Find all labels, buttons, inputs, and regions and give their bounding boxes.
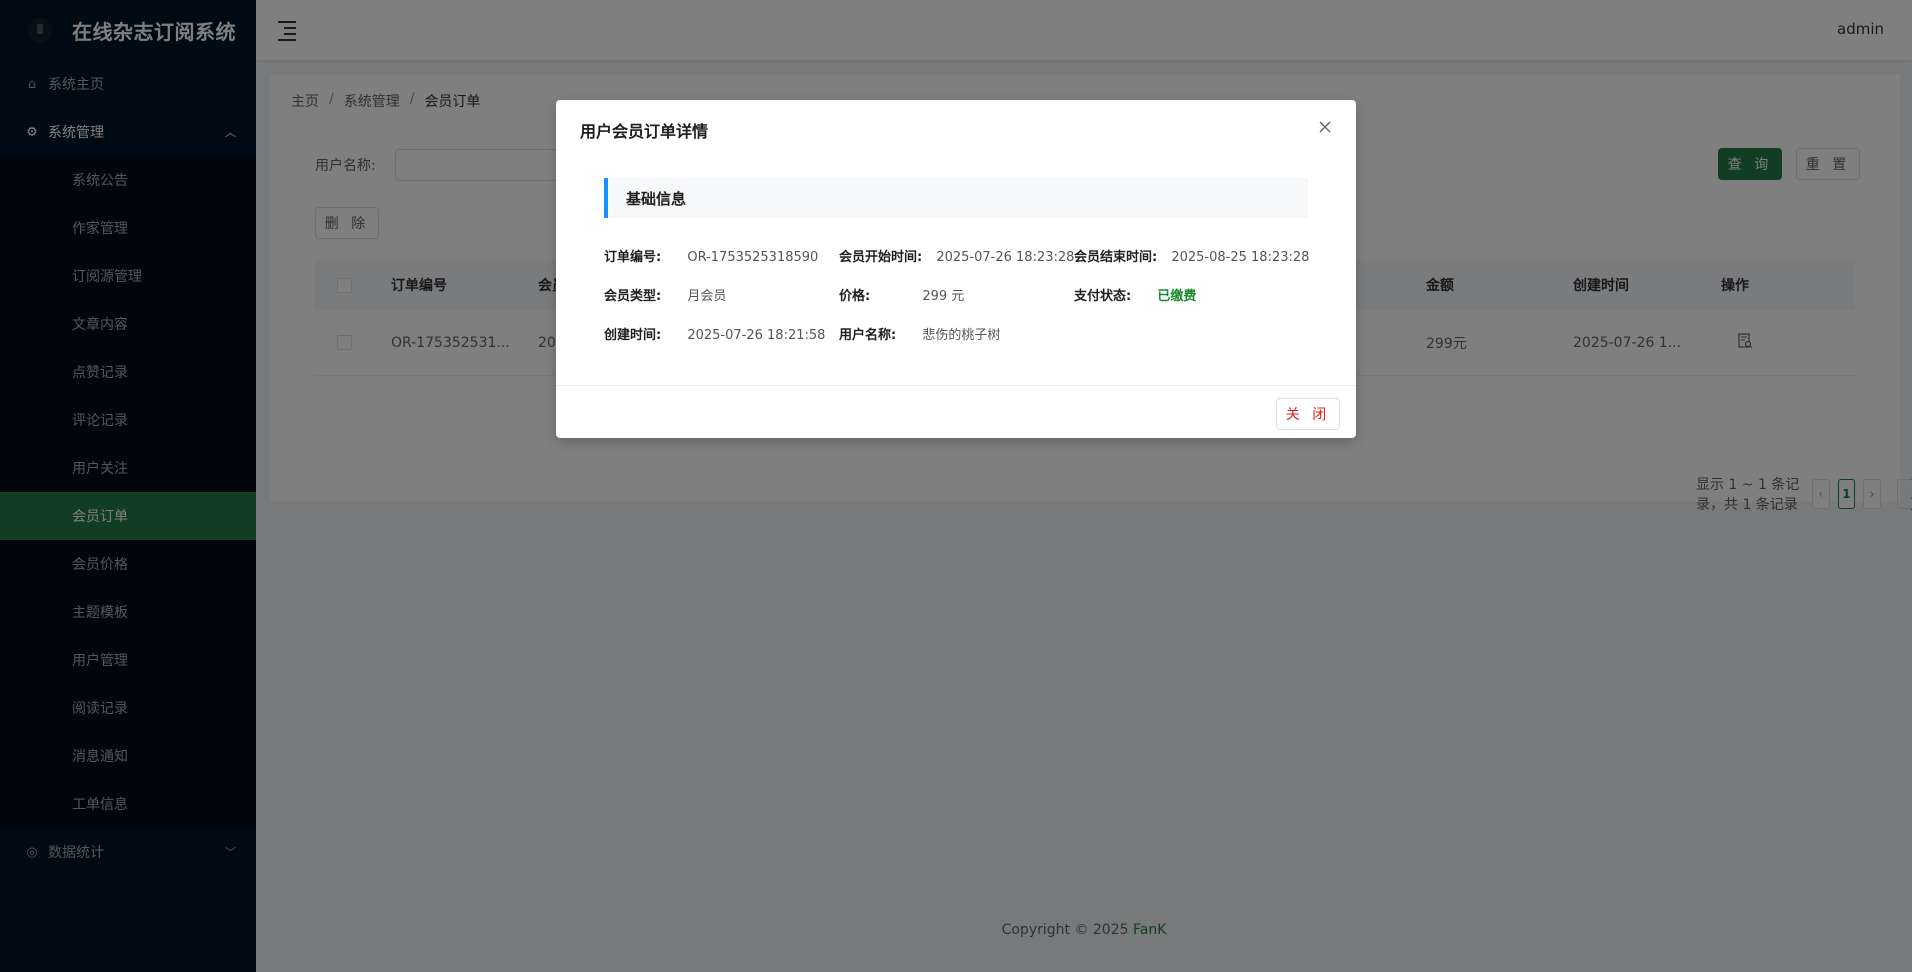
field-price: 价格: 299 元 (839, 289, 965, 304)
status-badge: 已缴费 (1157, 289, 1197, 304)
field-start-time: 会员开始时间: 2025-07-26 18:23:28 (839, 250, 1075, 265)
modal-close-button[interactable]: 关 闭 (1276, 398, 1340, 430)
field-member-type: 会员类型: 月会员 (604, 289, 727, 304)
field-end-time: 会员结束时间: 2025-08-25 18:23:28 (1074, 250, 1310, 265)
modal-title: 用户会员订单详情 (580, 122, 709, 141)
field-username: 用户名称: 悲伤的桃子树 (839, 328, 1001, 343)
field-created: 创建时间: 2025-07-26 18:21:58 (604, 328, 826, 343)
section-basic-info: 基础信息 (604, 178, 1308, 218)
order-detail-modal: 用户会员订单详情 基础信息 订单编号: OR-1753525318590 会员开… (556, 100, 1356, 438)
field-order-no: 订单编号: OR-1753525318590 (604, 250, 819, 265)
field-pay-status: 支付状态: 已缴费 (1074, 289, 1197, 304)
close-icon[interactable] (1316, 118, 1334, 136)
modal-footer-divider (556, 385, 1356, 386)
